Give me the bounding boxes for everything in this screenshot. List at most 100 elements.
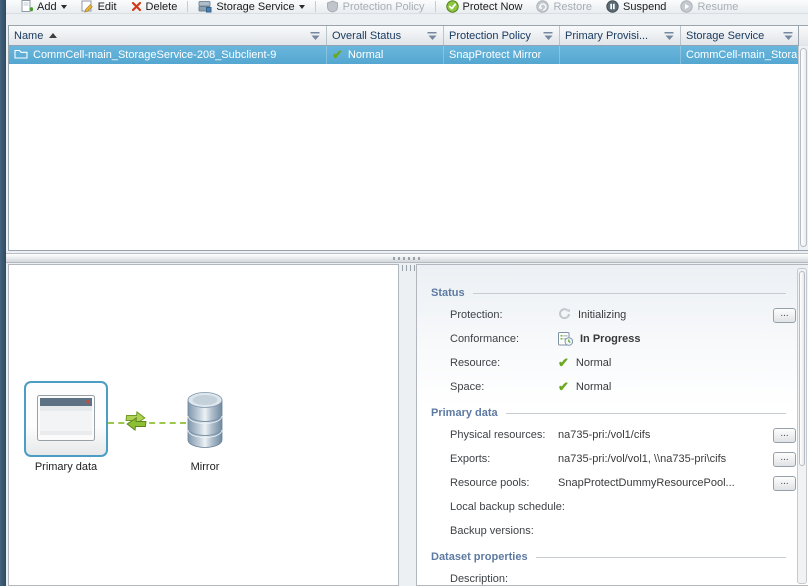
toolbar-separator xyxy=(435,1,436,12)
mirror-node[interactable] xyxy=(186,391,224,452)
row-label: Space: xyxy=(450,381,558,393)
row-label: Local backup schedule: xyxy=(450,501,610,513)
ellipsis-button[interactable]: ... xyxy=(773,476,796,491)
splitter-grip[interactable] xyxy=(393,257,421,260)
resume-button[interactable]: Resume xyxy=(673,0,745,14)
restore-button[interactable]: Restore xyxy=(529,0,599,14)
detail-row-physical-resources: Physical resources: na735-pri:/vol1/cifs… xyxy=(417,423,808,447)
add-label: Add xyxy=(37,1,57,13)
filter-icon[interactable] xyxy=(538,31,554,41)
resume-icon xyxy=(680,0,693,13)
check-icon: ✔ xyxy=(558,357,569,369)
ellipsis-button[interactable]: ... xyxy=(773,452,796,467)
physical-resources-value: na735-pri:/vol1/cifs xyxy=(558,429,650,441)
chevron-down-icon xyxy=(61,5,67,9)
status-text: Normal xyxy=(348,49,383,61)
policy-text: SnapProtect Mirror xyxy=(449,49,541,61)
restore-label: Restore xyxy=(553,1,592,13)
column-label: Protection Policy xyxy=(449,30,531,42)
toolbar: Add Edit Delete Storage Service Protecti… xyxy=(6,0,808,14)
sync-arrows-icon xyxy=(122,411,150,434)
suspend-icon xyxy=(606,0,619,13)
toolbar-separator xyxy=(187,1,188,12)
horizontal-splitter[interactable] xyxy=(6,253,808,263)
add-button[interactable]: Add xyxy=(14,0,74,14)
row-label: Backup versions: xyxy=(450,525,610,537)
column-header-protection-policy[interactable]: Protection Policy xyxy=(444,26,560,45)
protect-now-label: Protect Now xyxy=(463,1,523,13)
filter-icon[interactable] xyxy=(422,31,438,41)
edit-button[interactable]: Edit xyxy=(74,0,124,14)
delete-button[interactable]: Delete xyxy=(124,0,185,14)
ellipsis-button[interactable]: ... xyxy=(773,308,796,323)
column-header-primary-provisioning[interactable]: Primary Provisi... xyxy=(560,26,681,45)
row-label: Resource: xyxy=(450,357,558,369)
cell-name: CommCell-main_StorageService-208_Subclie… xyxy=(9,46,327,64)
row-label: Conformance: xyxy=(450,333,558,345)
primary-data-node-label: Primary data xyxy=(9,461,123,473)
storage-service-icon xyxy=(198,0,212,13)
edit-icon xyxy=(81,0,94,13)
dataset-name: CommCell-main_StorageService-208_Subclie… xyxy=(33,49,276,61)
column-header-storage-service[interactable]: Storage Service xyxy=(681,26,799,45)
ellipsis-button[interactable]: ... xyxy=(773,428,796,443)
conformance-clock-icon xyxy=(558,330,573,349)
heading-rule xyxy=(506,413,786,414)
section-heading-primary-data: Primary data xyxy=(417,407,808,419)
column-header-name[interactable]: Name xyxy=(9,26,327,45)
check-icon: ✔ xyxy=(332,49,343,61)
detail-row-space: Space: ✔ Normal xyxy=(417,375,808,399)
row-label: Protection: xyxy=(450,309,558,321)
grid-vertical-scrollbar[interactable] xyxy=(798,46,808,250)
detail-row-description: Description: xyxy=(417,567,808,586)
column-header-overall-status[interactable]: Overall Status xyxy=(327,26,444,45)
protection-policy-button[interactable]: Protection Policy xyxy=(319,0,432,14)
resource-status-text: Normal xyxy=(576,357,611,369)
detail-row-conformance: Conformance: In Progress xyxy=(417,327,808,351)
details-vertical-scrollbar[interactable] xyxy=(797,268,807,584)
storage-service-button[interactable]: Storage Service xyxy=(191,0,311,14)
filter-icon[interactable] xyxy=(659,31,675,41)
window-icon xyxy=(37,395,95,444)
protection-policy-icon xyxy=(326,0,339,13)
resource-pools-value: SnapProtectDummyResourcePool... xyxy=(558,477,735,489)
filter-icon[interactable] xyxy=(778,31,794,41)
scrollbar-thumb[interactable] xyxy=(799,271,805,466)
exports-value: na735-pri:/vol/vol1, \\na735-pri\cifs xyxy=(558,453,726,465)
refresh-icon xyxy=(558,307,571,323)
row-label: Resource pools: xyxy=(450,477,558,489)
resume-label: Resume xyxy=(697,1,738,13)
detail-row-local-backup-schedule: Local backup schedule: xyxy=(417,495,808,519)
table-row[interactable]: CommCell-main_StorageService-208_Subclie… xyxy=(9,46,799,64)
mirror-node-label: Mirror xyxy=(169,461,241,473)
filter-icon[interactable] xyxy=(305,31,321,41)
section-title: Dataset properties xyxy=(431,551,528,563)
scrollbar-thumb[interactable] xyxy=(800,48,807,247)
heading-rule xyxy=(473,293,786,294)
database-icon xyxy=(186,440,224,452)
column-label: Storage Service xyxy=(686,30,764,42)
folder-icon xyxy=(14,48,28,62)
grid-header: Name Overall Status Protection Policy Pr… xyxy=(9,26,808,46)
primary-data-node[interactable] xyxy=(24,381,108,457)
cell-storage-service: CommCell-main_Stora... xyxy=(681,46,799,64)
edit-label: Edit xyxy=(98,1,117,13)
section-title: Status xyxy=(431,287,465,299)
dataset-grid: Name Overall Status Protection Policy Pr… xyxy=(8,25,808,251)
storage-service-label: Storage Service xyxy=(216,1,294,13)
row-label: Physical resources: xyxy=(450,429,558,441)
suspend-label: Suspend xyxy=(623,1,666,13)
sort-ascending-icon xyxy=(49,33,57,38)
cell-protection-policy: SnapProtect Mirror xyxy=(444,46,560,64)
suspend-button[interactable]: Suspend xyxy=(599,0,673,14)
vertical-splitter-grip[interactable] xyxy=(402,265,416,271)
chevron-down-icon xyxy=(299,5,305,9)
toolbar-separator xyxy=(315,1,316,12)
column-label: Name xyxy=(14,30,43,42)
row-label: Exports: xyxy=(450,453,558,465)
section-heading-dataset-properties: Dataset properties xyxy=(417,551,808,563)
row-label: Description: xyxy=(450,573,610,585)
detail-row-backup-versions: Backup versions: xyxy=(417,519,808,543)
protect-now-button[interactable]: Protect Now xyxy=(439,0,530,14)
add-icon xyxy=(21,0,33,13)
